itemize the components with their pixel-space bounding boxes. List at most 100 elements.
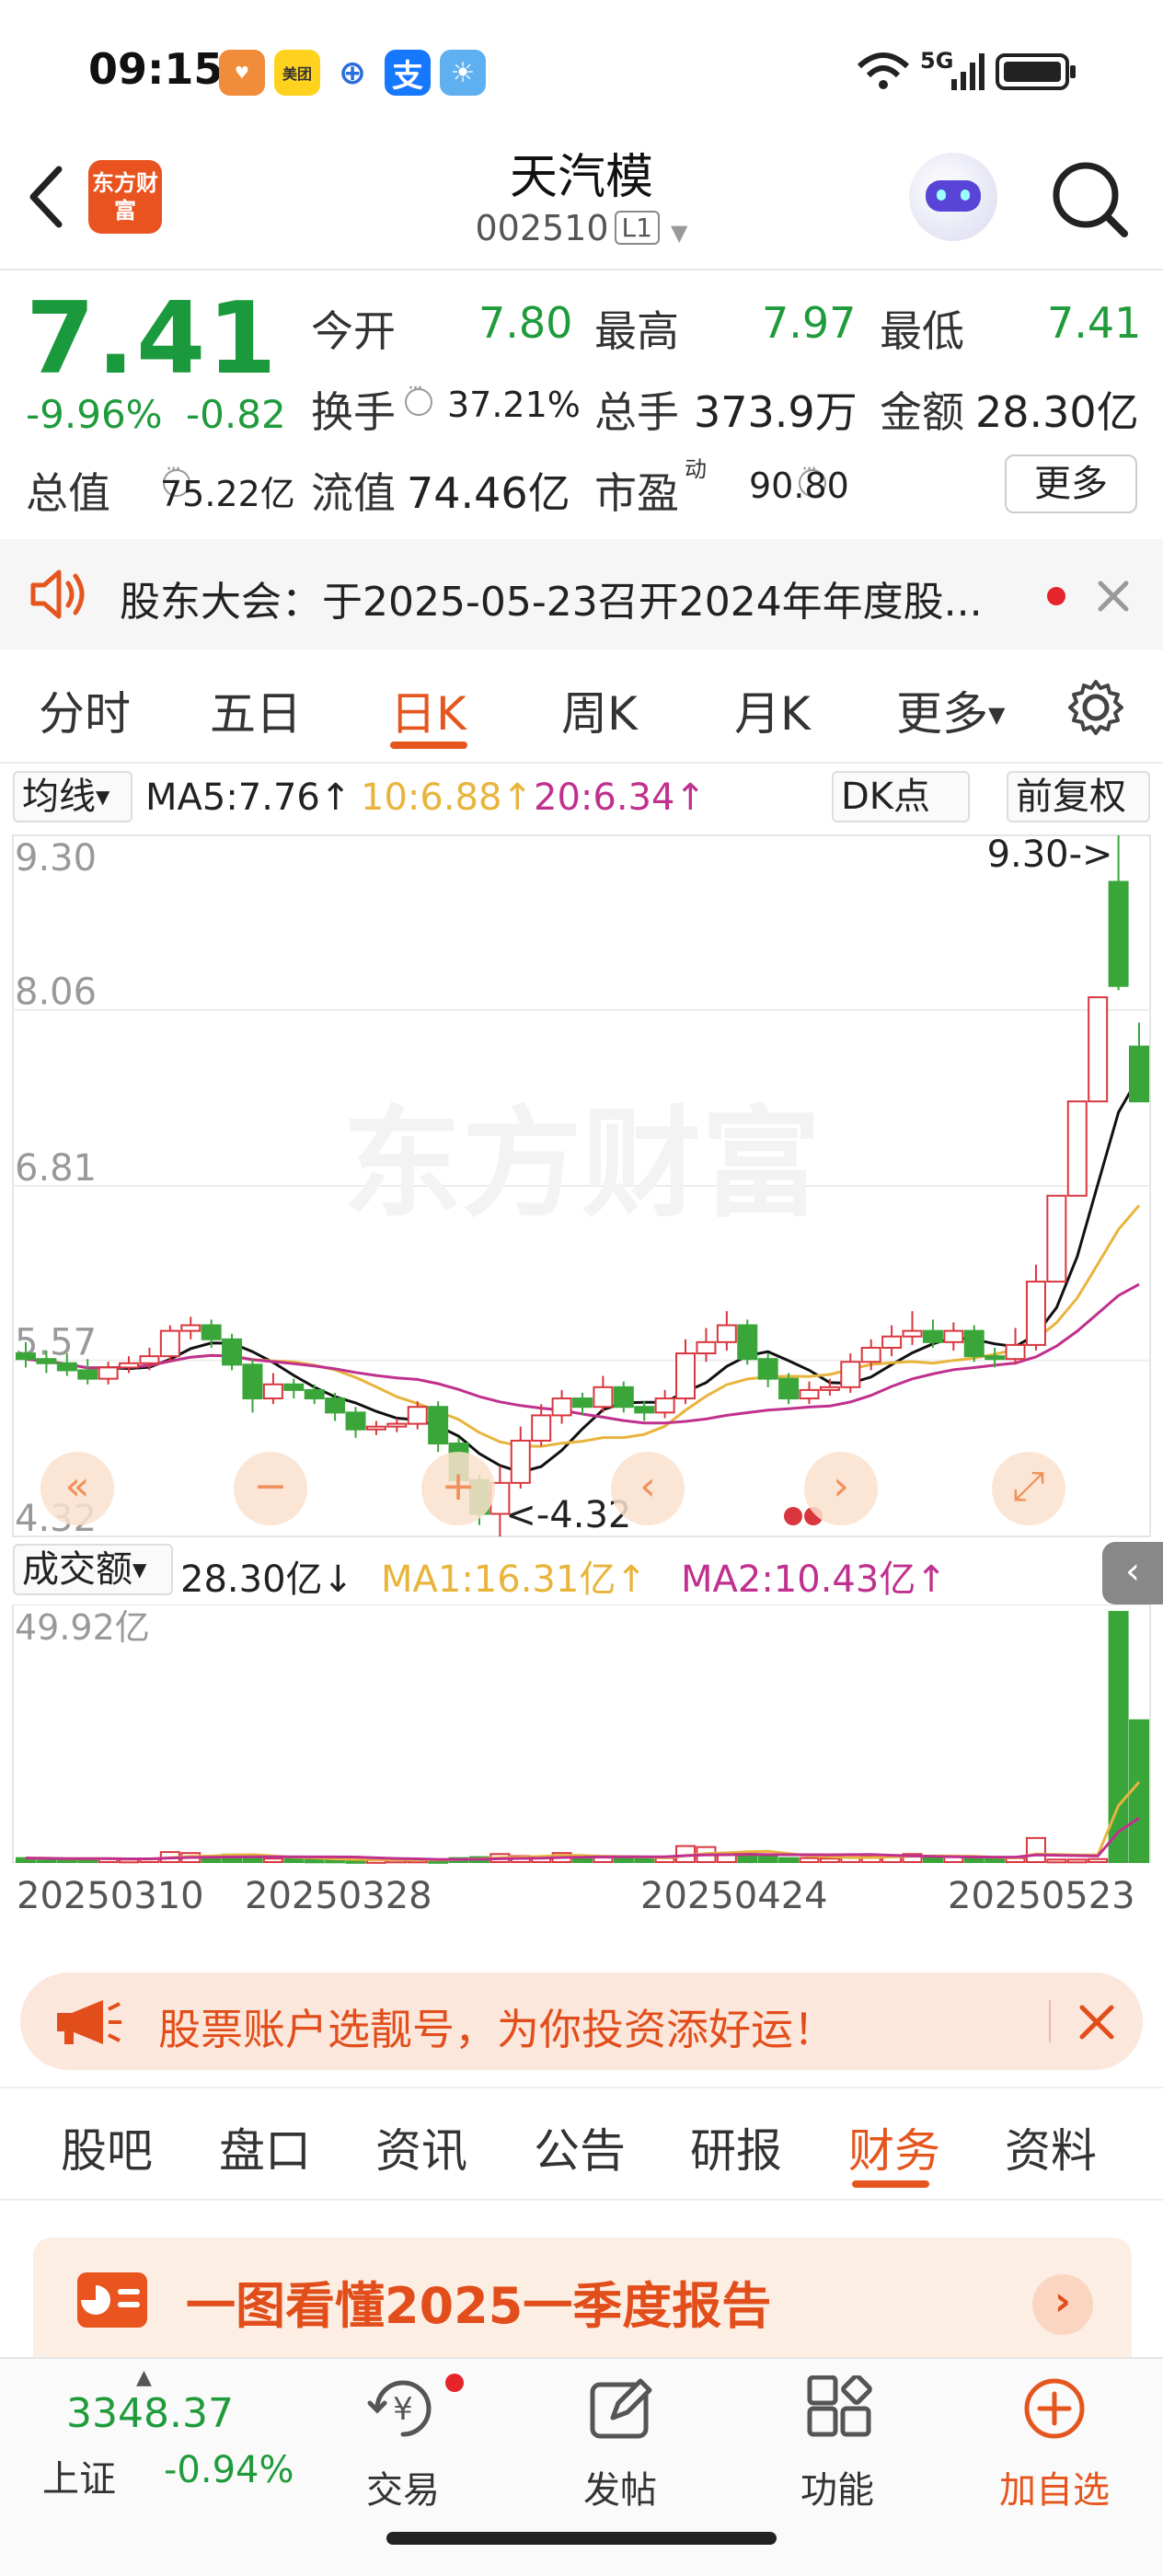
candle xyxy=(222,1333,243,1371)
candle-body xyxy=(222,1338,243,1366)
zoom-out-icon[interactable]: − xyxy=(234,1452,307,1525)
more-button[interactable]: 更多 xyxy=(1005,454,1137,513)
ad-close-icon[interactable] xyxy=(1077,2002,1117,2042)
tab-pankou[interactable]: 盘口 xyxy=(219,2114,311,2180)
tabs-divider xyxy=(0,2199,1163,2201)
unread-dot xyxy=(1047,587,1065,605)
tab-weekly-k[interactable]: 周K xyxy=(561,677,638,743)
tab-active-underline xyxy=(852,2180,929,2188)
open-value: 7.80 xyxy=(478,298,573,348)
scroll-left-fast-icon[interactable]: « xyxy=(40,1452,114,1525)
adjust-button[interactable]: 前复权 xyxy=(1007,771,1150,822)
notice-bar[interactable]: 股东大会：于2025-05-23召开2024年年度股... xyxy=(0,539,1163,650)
post-edit-icon[interactable] xyxy=(587,2375,657,2442)
tab-profile[interactable]: 资料 xyxy=(1005,2114,1097,2180)
add-watchlist-label[interactable]: 加自选 xyxy=(981,2460,1128,2513)
volume-bar xyxy=(613,1857,634,1863)
dk-label: DK点 xyxy=(841,776,931,818)
candle-body xyxy=(262,1383,283,1400)
tab-more[interactable]: 更多▼ xyxy=(896,677,1005,743)
trade-label[interactable]: 交易 xyxy=(329,2460,477,2513)
volume-max-label: 49.92亿 xyxy=(15,1607,150,1648)
pe-value: 90.80 xyxy=(749,466,849,506)
status-bar: 09:15 ♥ 美团 ⊕ 支 ☀ 5G xyxy=(0,0,1163,138)
report-card[interactable]: 一图看懂2025一季度报告 › xyxy=(33,2237,1132,2366)
tab-intraday[interactable]: 分时 xyxy=(39,677,131,743)
tab-research[interactable]: 研报 xyxy=(690,2114,782,2180)
tab-finance[interactable]: 财务 xyxy=(848,2114,940,2180)
candle-body xyxy=(696,1340,717,1355)
tab-guba[interactable]: 股吧 xyxy=(61,2114,153,2180)
candle-body xyxy=(428,1406,449,1445)
candle-body xyxy=(634,1406,655,1414)
candle-body xyxy=(593,1386,614,1409)
ad-banner[interactable]: 股票账户选靓号，为你投资添好运！ xyxy=(20,1972,1143,2070)
candle-body xyxy=(1025,1281,1046,1346)
candle-body xyxy=(1066,1100,1088,1197)
zoom-in-icon[interactable]: + xyxy=(421,1452,495,1525)
scroll-right-icon[interactable]: › xyxy=(804,1452,878,1525)
collapse-panel-icon[interactable]: ‹ xyxy=(1102,1542,1163,1604)
x-tick-label: 20250310 xyxy=(17,1875,204,1917)
settings-gear-icon[interactable] xyxy=(1065,677,1126,738)
volume-select-label: 成交额 xyxy=(22,1548,132,1591)
candle-body xyxy=(531,1414,552,1442)
candle-body xyxy=(551,1397,572,1417)
home-indicator[interactable] xyxy=(386,2532,777,2545)
candle-body xyxy=(819,1386,840,1391)
search-icon[interactable] xyxy=(1049,158,1132,241)
trade-yen-icon[interactable]: ¥ xyxy=(366,2375,440,2442)
index-name: 上证 xyxy=(42,2458,116,2501)
fullscreen-icon[interactable]: ⤢ xyxy=(992,1452,1065,1525)
tab-monthly-k[interactable]: 月K xyxy=(734,677,811,743)
info-icon[interactable] xyxy=(405,377,432,416)
ma5-value: MA5:7.76↑ xyxy=(145,776,351,819)
turnover-value: 37.21% xyxy=(447,385,581,425)
tab-five-day[interactable]: 五日 xyxy=(210,677,302,743)
amount-label: 金额 xyxy=(880,387,964,437)
post-label[interactable]: 发帖 xyxy=(547,2460,694,2513)
tab-active-underline xyxy=(390,742,467,749)
report-title: 一图看懂2025一季度报告 xyxy=(186,2277,772,2335)
candle-body xyxy=(201,1324,222,1340)
notification-app-icon: ♥ xyxy=(219,50,265,96)
x-tick-label: 20250328 xyxy=(245,1875,432,1917)
volume-bar xyxy=(963,1857,985,1863)
candle-body xyxy=(242,1363,263,1400)
candle-body xyxy=(36,1358,57,1364)
functions-grid-icon[interactable] xyxy=(806,2375,872,2442)
candle-body xyxy=(159,1329,180,1358)
volume-bar xyxy=(242,1857,263,1864)
volume-bar xyxy=(1025,1836,1046,1864)
tab-announcements[interactable]: 公告 xyxy=(534,2114,626,2180)
high-value: 7.97 xyxy=(762,298,857,348)
pe-label: 市盈 xyxy=(594,468,679,518)
candle-body xyxy=(985,1355,1006,1361)
candle-body xyxy=(407,1406,428,1425)
index-value[interactable]: 3348.37 xyxy=(66,2390,234,2437)
volume-bar xyxy=(778,1857,800,1863)
candle-body xyxy=(139,1355,160,1364)
chevron-right-icon[interactable]: › xyxy=(1032,2274,1093,2335)
candle-body xyxy=(922,1329,943,1343)
tab-daily-k[interactable]: 日K xyxy=(390,677,466,743)
volume-bar xyxy=(283,1857,305,1864)
scroll-left-icon[interactable]: ‹ xyxy=(611,1452,685,1525)
signal-icon xyxy=(951,53,985,90)
candlestick-chart[interactable]: 9.308.066.815.574.32东方财富9.30-><-4.32 xyxy=(0,828,1163,1546)
index-change: -0.94% xyxy=(164,2449,294,2491)
tab-news[interactable]: 资讯 xyxy=(375,2114,467,2180)
close-icon[interactable] xyxy=(1095,578,1132,615)
pe-superscript: 动 xyxy=(685,456,707,482)
robot-assistant-icon[interactable] xyxy=(909,153,997,241)
volume-chart[interactable]: 49.92亿 20250310 20250328 20250424 20250523 xyxy=(0,1604,1163,1950)
volume-bar xyxy=(922,1857,943,1864)
functions-label[interactable]: 功能 xyxy=(764,2460,911,2513)
volume-select[interactable]: 成交额▼ xyxy=(13,1544,173,1595)
ma-select[interactable]: 均线▼ xyxy=(13,771,132,822)
candle-body xyxy=(98,1366,119,1380)
caret-down-icon: ▼ xyxy=(132,1558,147,1581)
candle-body xyxy=(613,1386,634,1409)
add-watchlist-icon[interactable] xyxy=(1021,2375,1088,2442)
dk-points-button[interactable]: DK点 xyxy=(832,771,970,822)
